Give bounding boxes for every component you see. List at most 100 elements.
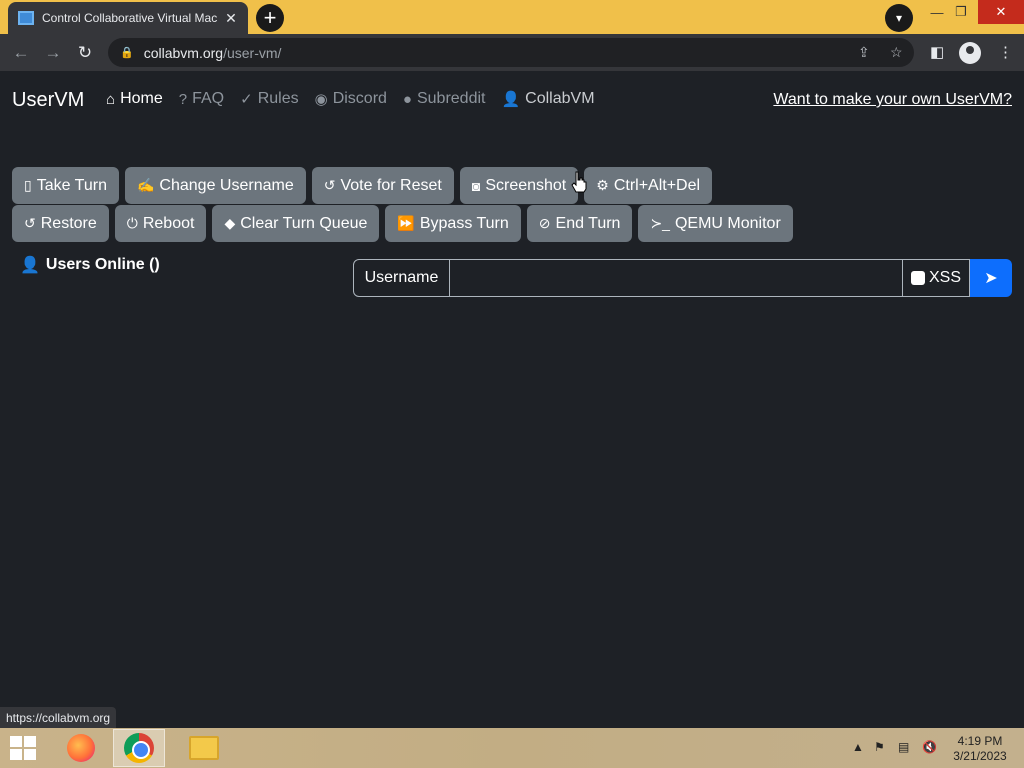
- button-label: Change Username: [159, 176, 294, 194]
- clear-turn-queue-button[interactable]: ◆ Clear Turn Queue: [212, 205, 380, 242]
- close-window-button[interactable]: ✕: [978, 0, 1024, 24]
- nav-label: Discord: [332, 90, 387, 107]
- button-label: Take Turn: [36, 176, 107, 194]
- own-uservm-link[interactable]: Want to make your own UserVM?: [773, 91, 1012, 109]
- ban-icon: ⊘: [538, 215, 551, 231]
- chrome-icon: [124, 733, 154, 763]
- firefox-icon: [67, 734, 95, 762]
- volume-muted-icon[interactable]: 🔇: [922, 740, 937, 754]
- button-label: Restore: [40, 214, 97, 232]
- action-row-2: ↺ Restore ⏻ Reboot ◆ Clear Turn Queue ⏩ …: [12, 205, 793, 242]
- restore-button[interactable]: ❐: [946, 0, 976, 24]
- button-label: Vote for Reset: [340, 176, 442, 194]
- nav-label: CollabVM: [525, 90, 595, 107]
- side-panel-icon[interactable]: ◧: [930, 43, 944, 61]
- close-tab-icon[interactable]: ✕: [224, 10, 238, 27]
- taskbar-clock[interactable]: 4:19 PM 3/21/2023: [950, 734, 1010, 764]
- take-turn-button[interactable]: ▯ Take Turn: [12, 167, 119, 204]
- clipboard-check-icon: ✓: [240, 91, 253, 108]
- share-icon[interactable]: ⇪: [858, 44, 870, 61]
- person-icon: 👤: [20, 257, 40, 274]
- browser-tabstrip: Control Collaborative Virtual Mac ✕ + ▾ …: [0, 0, 1024, 34]
- nav-faq[interactable]: ? FAQ: [179, 90, 224, 108]
- ctrl-alt-del-button[interactable]: ⚙ Ctrl+Alt+Del: [584, 167, 713, 204]
- reload-icon[interactable]: ↻: [72, 40, 98, 66]
- url-host: collabvm.org: [143, 44, 224, 61]
- tray-expand-icon[interactable]: ▲: [852, 740, 864, 754]
- bypass-turn-button[interactable]: ⏩ Bypass Turn: [385, 205, 521, 242]
- signature-icon: ✍: [136, 177, 155, 193]
- reddit-icon: ●: [402, 90, 412, 108]
- paper-plane-icon: ➤: [984, 270, 998, 287]
- rotate-left-icon: ↺: [323, 177, 336, 193]
- windows-start-icon[interactable]: [10, 736, 36, 760]
- home-icon: ⌂: [106, 90, 116, 108]
- send-button[interactable]: ➤: [970, 259, 1012, 297]
- monitor-icon: [18, 11, 34, 25]
- nav-discord[interactable]: ◉ Discord: [315, 90, 387, 108]
- power-icon: ⏻: [126, 215, 138, 231]
- tab-search-button[interactable]: ▾: [885, 4, 913, 32]
- button-label: Clear Turn Queue: [240, 214, 368, 232]
- nav-subreddit[interactable]: ● Subreddit: [403, 90, 486, 108]
- camera-icon: ◙: [471, 177, 481, 194]
- username-label[interactable]: Username: [353, 259, 450, 297]
- restore-button[interactable]: ↺ Restore: [12, 205, 109, 242]
- users-online-heading: 👤 Users Online (): [20, 255, 160, 275]
- taskbar-file-explorer[interactable]: [178, 729, 230, 767]
- qemu-monitor-button[interactable]: ≻_ QEMU Monitor: [638, 205, 793, 242]
- site-nav: ⌂ Home ? FAQ ✓ Rules ◉ Discord ● Subredd…: [106, 90, 595, 108]
- nav-rules[interactable]: ✓ Rules: [240, 90, 298, 108]
- person-icon: 👤: [501, 91, 521, 108]
- network-icon[interactable]: ▤: [898, 740, 909, 754]
- change-username-button[interactable]: ✍ Change Username: [124, 167, 306, 204]
- gear-icon: ⚙: [596, 177, 609, 193]
- end-turn-button[interactable]: ⊘ End Turn: [526, 205, 633, 242]
- forward-icon: ⏩: [397, 215, 415, 231]
- discord-icon: ◉: [314, 91, 328, 108]
- button-label: End Turn: [555, 214, 621, 232]
- button-label: Reboot: [142, 214, 195, 232]
- screenshot-button[interactable]: ◙ Screenshot: [459, 167, 579, 204]
- vote-reset-button[interactable]: ↺ Vote for Reset: [311, 167, 454, 204]
- profile-avatar-icon[interactable]: [959, 42, 981, 64]
- button-label: Screenshot: [485, 176, 567, 194]
- address-bar[interactable]: 🔒 collabvm.org /user-vm/ ⇪ ☆: [108, 38, 914, 67]
- xss-toggle[interactable]: XSS: [903, 259, 970, 297]
- nav-label: Home: [120, 90, 163, 107]
- nav-label: FAQ: [192, 90, 225, 107]
- nav-label: Rules: [257, 90, 299, 107]
- nav-collabvm[interactable]: 👤 CollabVM: [501, 90, 594, 108]
- action-row-1: ▯ Take Turn ✍ Change Username ↺ Vote for…: [12, 167, 713, 204]
- taskbar-firefox[interactable]: [55, 729, 107, 767]
- button-label: QEMU Monitor: [674, 214, 781, 232]
- question-circle-icon: ?: [178, 90, 188, 108]
- folder-icon: [189, 736, 219, 760]
- back-icon[interactable]: ←: [8, 40, 34, 66]
- menu-kebab-icon[interactable]: ⋮: [998, 43, 1013, 61]
- chat-input-group: Username XSS ➤: [353, 259, 1012, 297]
- tab-title: Control Collaborative Virtual Mac: [42, 11, 218, 25]
- nav-home[interactable]: ⌂ Home: [106, 90, 163, 108]
- nav-label: Subreddit: [416, 90, 486, 107]
- brand-title[interactable]: UserVM: [12, 89, 84, 112]
- button-label: Bypass Turn: [419, 214, 509, 232]
- browser-toolbar: ← → ↻ 🔒 collabvm.org /user-vm/ ⇪ ☆ ◧ ⋮: [0, 34, 1024, 71]
- terminal-icon: ≻_: [650, 215, 670, 231]
- windows-taskbar: ▲ ⚑ ▤ 🔇 4:19 PM 3/21/2023: [0, 728, 1024, 768]
- new-tab-button[interactable]: +: [256, 4, 284, 32]
- users-online-label: Users Online (): [45, 256, 160, 273]
- reboot-button[interactable]: ⏻ Reboot: [114, 205, 207, 242]
- browser-tab[interactable]: Control Collaborative Virtual Mac ✕: [8, 2, 248, 34]
- taskbar-chrome[interactable]: [113, 729, 165, 767]
- action-center-flag-icon[interactable]: ⚑: [874, 740, 885, 754]
- rotate-left-icon: ↺: [24, 215, 36, 231]
- page-content: UserVM ⌂ Home ? FAQ ✓ Rules ◉ Discord ● …: [0, 71, 1024, 728]
- chat-message-input[interactable]: [450, 259, 903, 297]
- xss-checkbox[interactable]: [910, 271, 925, 285]
- xss-label: XSS: [928, 269, 961, 286]
- forward-icon[interactable]: →: [40, 40, 66, 66]
- star-icon[interactable]: ☆: [890, 44, 903, 61]
- hand-cursor-icon: [571, 171, 587, 193]
- clock-date: 3/21/2023: [953, 749, 1007, 763]
